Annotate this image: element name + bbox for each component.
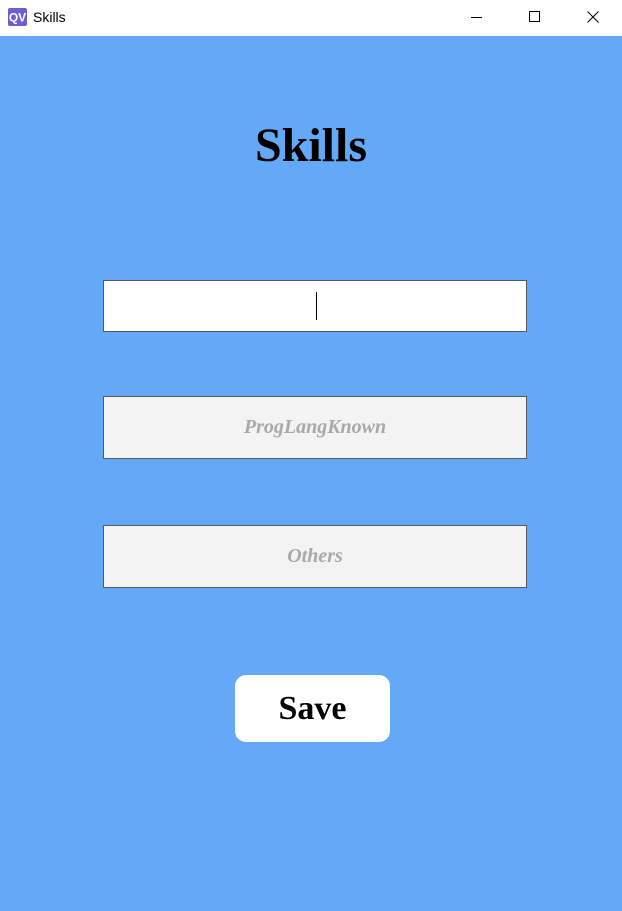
svg-text:QV: QV: [9, 11, 26, 25]
close-button[interactable]: [564, 0, 622, 34]
prog-lang-known-placeholder: ProgLangKnown: [243, 416, 387, 438]
form-panel: Skills ProgLangKnown Others Save: [0, 36, 622, 911]
others-placeholder: Others: [287, 545, 343, 567]
prog-lang-known-input[interactable]: ProgLangKnown: [103, 396, 527, 459]
minimize-icon: [471, 17, 482, 18]
application-window: QV Skills Skills ProgLangKnown Others Sa…: [0, 0, 622, 911]
minimize-button[interactable]: [448, 0, 506, 34]
save-button[interactable]: Save: [235, 675, 390, 742]
others-input[interactable]: Others: [103, 525, 527, 588]
close-icon: [587, 11, 599, 23]
maximize-icon: [529, 11, 540, 22]
title-bar[interactable]: QV Skills: [0, 0, 622, 36]
page-title: Skills: [254, 119, 368, 172]
skill-input[interactable]: [103, 280, 527, 332]
window-title: Skills: [33, 9, 66, 25]
app-icon: QV: [8, 8, 27, 26]
text-caret: [315, 292, 317, 320]
maximize-button[interactable]: [506, 0, 564, 34]
